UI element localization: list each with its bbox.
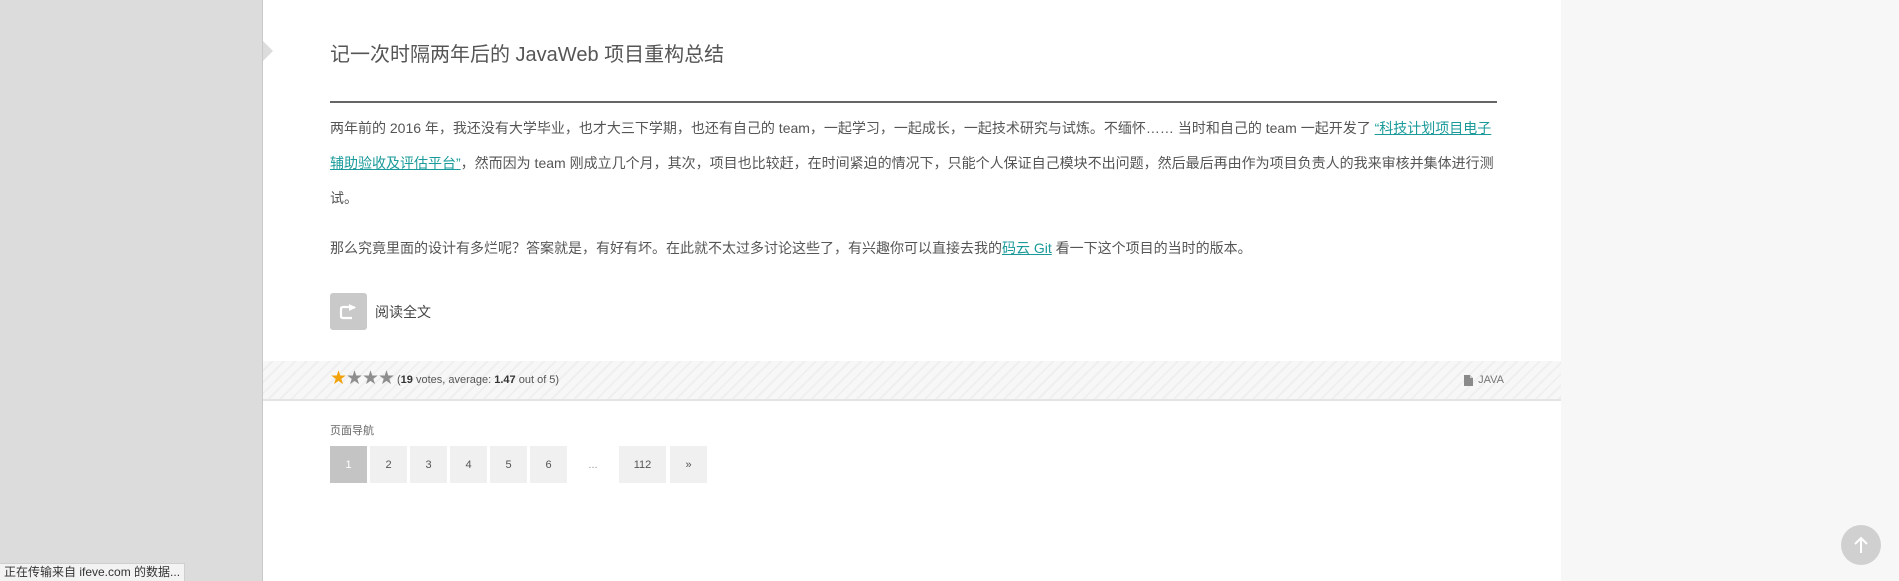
page-current: 1 xyxy=(330,446,367,483)
page-link[interactable]: 2 xyxy=(370,446,407,483)
star-filled-icon[interactable]: ★ xyxy=(330,369,347,388)
out-of-label: out of 5) xyxy=(515,374,560,386)
title-divider xyxy=(330,101,1497,103)
page-link[interactable]: 5 xyxy=(490,446,527,483)
average-rating: 1.47 xyxy=(494,374,516,386)
gitee-link[interactable]: 码云 Git xyxy=(1002,240,1052,256)
paragraph-1-text-end: ，然而因为 team 刚成立几个月，其次，项目也比较赶，在时间紧迫的情况下，只能… xyxy=(330,155,1494,206)
post-paragraph-1: 两年前的 2016 年，我还没有大学毕业，也才大三下学期，也还有自己的 team… xyxy=(330,111,1497,216)
star-empty-icon[interactable]: ★ xyxy=(362,369,379,388)
rating-summary: (19 votes, average: 1.47 out of 5) xyxy=(397,374,559,386)
content-pointer-arrow xyxy=(263,41,273,61)
paragraph-2-text-end: 看一下这个项目的当时的版本。 xyxy=(1051,240,1252,256)
page-link-last[interactable]: 112 xyxy=(619,446,666,483)
votes-label: votes, average: xyxy=(412,374,495,386)
category-link[interactable]: JAVA xyxy=(1464,374,1504,386)
browser-status-bar: 正在传输来自 ifeve.com 的数据... xyxy=(0,563,186,581)
right-gutter xyxy=(1561,0,1899,581)
back-to-top-button[interactable] xyxy=(1841,525,1881,565)
left-sidebar-panel xyxy=(0,0,263,581)
page-next-button[interactable]: » xyxy=(670,446,707,483)
main-content: 记一次时隔两年后的 JavaWeb 项目重构总结 两年前的 2016 年，我还没… xyxy=(263,0,1561,581)
vote-count: 19 xyxy=(400,374,413,386)
star-rating[interactable]: ★ ★ ★ ★ xyxy=(330,369,395,388)
read-more-button[interactable]: 阅读全文 xyxy=(330,293,431,330)
paragraph-2-text-start: 那么究竟里面的设计有多烂呢？答案就是，有好有坏。在此就不太过多讨论这些了，有兴趣… xyxy=(330,240,1002,256)
paragraph-1-text-start: 两年前的 2016 年，我还没有大学毕业，也才大三下学期，也还有自己的 team… xyxy=(330,120,1375,136)
star-empty-icon[interactable]: ★ xyxy=(346,369,363,388)
star-empty-icon[interactable]: ★ xyxy=(378,369,395,388)
page-link[interactable]: 6 xyxy=(530,446,567,483)
post-paragraph-2: 那么究竟里面的设计有多烂呢？答案就是，有好有坏。在此就不太过多讨论这些了，有兴趣… xyxy=(330,231,1497,266)
document-icon xyxy=(1464,374,1474,386)
pagination-label: 页面导航 xyxy=(330,425,374,437)
page-ellipsis: ... xyxy=(588,458,598,471)
arrow-up-icon xyxy=(1854,536,1868,553)
post-title[interactable]: 记一次时隔两年后的 JavaWeb 项目重构总结 xyxy=(330,38,724,67)
post-meta-bar: ★ ★ ★ ★ (19 votes, average: 1.47 out of … xyxy=(263,361,1561,401)
read-more-label: 阅读全文 xyxy=(375,303,431,320)
page-link[interactable]: 3 xyxy=(410,446,447,483)
share-arrow-icon xyxy=(330,293,367,330)
category-label: JAVA xyxy=(1478,374,1504,386)
page-link[interactable]: 4 xyxy=(450,446,487,483)
pagination: 1 2 3 4 5 6 ... 112 » xyxy=(330,446,710,483)
